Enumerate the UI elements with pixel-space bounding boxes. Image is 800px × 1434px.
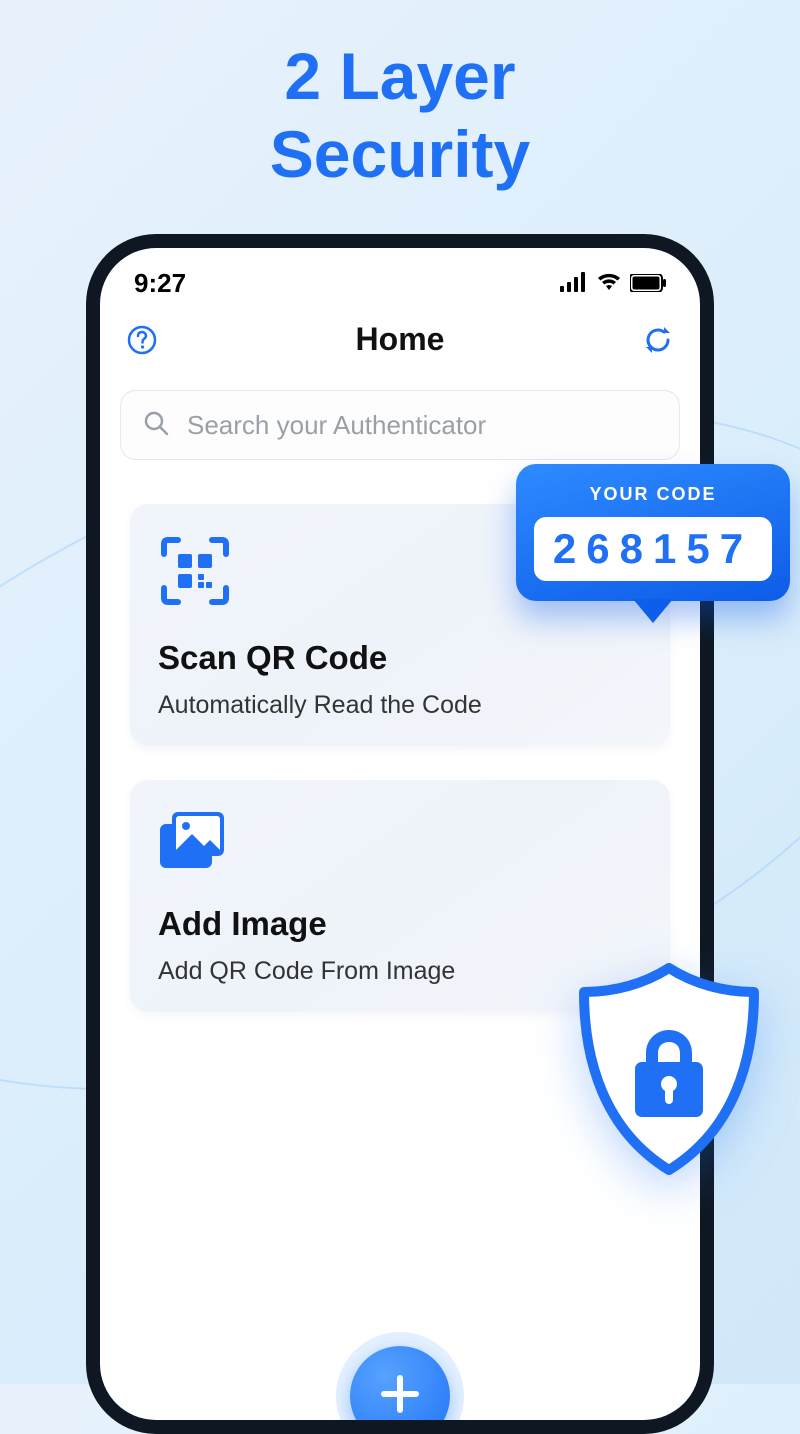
promo-line-2: Security — [0, 116, 800, 194]
status-bar: 9:27 — [100, 248, 700, 305]
code-value: 268157 — [534, 517, 772, 581]
status-time: 9:27 — [134, 268, 186, 299]
code-popup-label: YOUR CODE — [534, 484, 772, 505]
search-icon — [143, 410, 169, 441]
signal-icon — [560, 268, 588, 299]
phone-frame: 9:27 Home — [86, 234, 714, 1434]
image-card-title: Add Image — [158, 905, 642, 943]
search-input[interactable]: Search your Authenticator — [120, 390, 680, 460]
search-placeholder: Search your Authenticator — [187, 410, 486, 441]
refresh-icon[interactable] — [642, 324, 674, 356]
help-icon[interactable] — [126, 324, 158, 356]
code-popup: YOUR CODE 268157 — [516, 464, 790, 601]
image-icon — [158, 810, 642, 879]
plus-icon — [378, 1372, 422, 1421]
status-indicators — [560, 268, 666, 299]
page-title: Home — [356, 321, 445, 358]
battery-icon — [630, 268, 666, 299]
add-button[interactable] — [350, 1346, 450, 1420]
scan-card-subtitle: Automatically Read the Code — [158, 691, 642, 720]
wifi-icon — [596, 268, 622, 299]
promo-line-1: 2 Layer — [0, 38, 800, 116]
shield-lock-icon — [564, 960, 774, 1180]
screen: 9:27 Home — [100, 248, 700, 1420]
app-header: Home — [100, 305, 700, 368]
promo-title: 2 Layer Security — [0, 0, 800, 194]
scan-card-title: Scan QR Code — [158, 639, 642, 677]
